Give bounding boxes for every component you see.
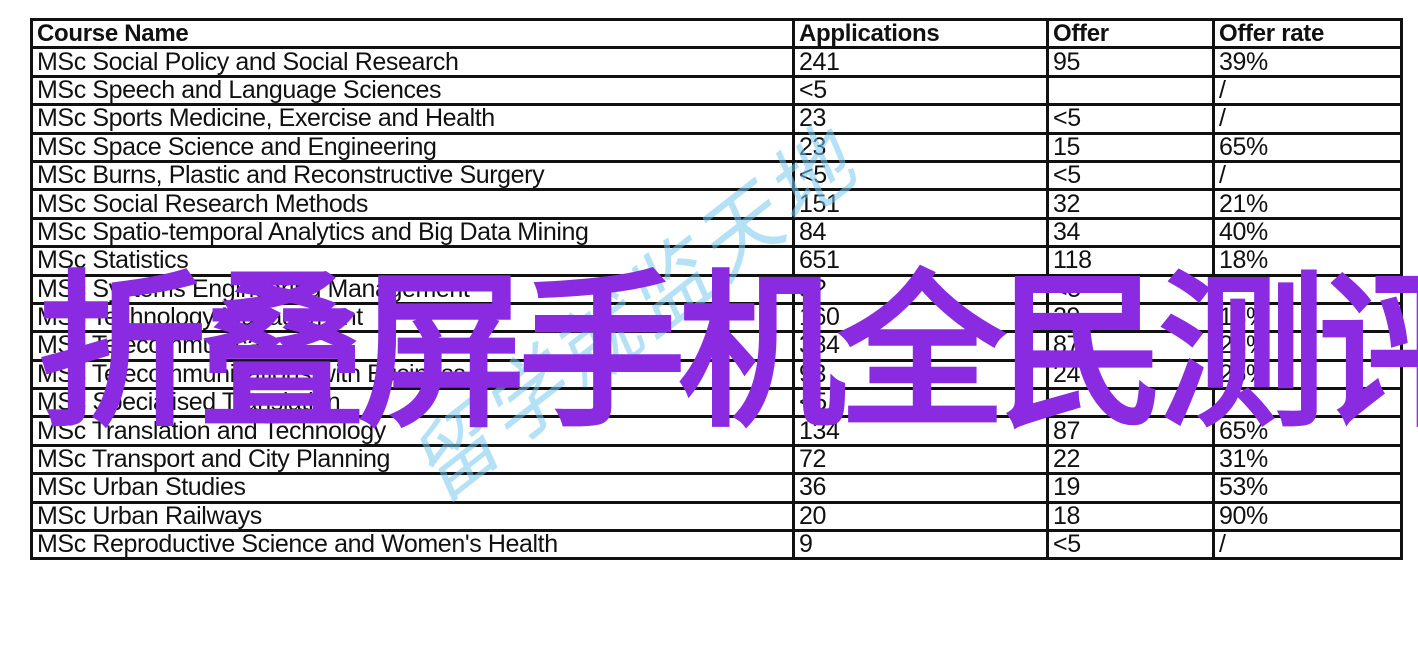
applications-cell: <5 xyxy=(792,159,1049,192)
offer-cell: 32 xyxy=(1046,188,1215,220)
offer-cell: 29 xyxy=(1046,301,1215,334)
applications-cell: 160 xyxy=(792,301,1049,334)
course-offer-table: Course Name Applications Offer Offer rat… xyxy=(30,17,1403,561)
course-name-cell: MSc Translation and Technology xyxy=(30,415,795,447)
offer-rate-cell: 53% xyxy=(1212,472,1403,504)
offer-cell: 87 xyxy=(1046,330,1215,362)
offer-rate-cell: 21% xyxy=(1212,188,1403,220)
offer-cell: <5 xyxy=(1046,159,1215,192)
offer-cell: <5 xyxy=(1046,273,1215,305)
offer-rate-cell: / xyxy=(1212,159,1403,192)
offer-cell: 34 xyxy=(1046,216,1215,249)
offer-rate-cell: 40% xyxy=(1212,216,1403,249)
applications-cell: <5 xyxy=(792,74,1049,107)
applications-cell: 651 xyxy=(792,245,1049,277)
applications-cell: 36 xyxy=(792,472,1049,504)
offer-rate-cell: / xyxy=(1212,273,1403,305)
spreadsheet-table-container: Course Name Applications Offer Offer rat… xyxy=(30,17,1403,561)
table-row: MSc Social Research Methods 151 32 21% xyxy=(30,188,1403,220)
applications-cell: 9 xyxy=(792,529,1049,561)
table-row: MSc Spatio-temporal Analytics and Big Da… xyxy=(30,216,1403,249)
applications-cell: 241 xyxy=(792,46,1049,78)
applications-cell: 20 xyxy=(792,500,1049,533)
table-row: MSc Social Policy and Social Research 241… xyxy=(30,46,1403,78)
applications-cell: 23 xyxy=(792,131,1049,163)
offer-rate-cell: 65% xyxy=(1212,415,1403,447)
offer-rate-cell: 18% xyxy=(1212,245,1403,277)
course-name-cell: MSc Speech and Language Sciences xyxy=(30,74,795,107)
header-offer: Offer xyxy=(1046,17,1215,50)
offer-rate-cell: 31% xyxy=(1212,443,1403,476)
offer-cell: <5 xyxy=(1046,529,1215,561)
table-row: MSc Reproductive Science and Women's Hea… xyxy=(30,529,1403,561)
applications-cell: 384 xyxy=(792,330,1049,362)
table-row: MSc Urban Railways 20 18 90% xyxy=(30,500,1403,533)
applications-cell: 134 xyxy=(792,415,1049,447)
table-row: MSc Urban Studies 36 19 53% xyxy=(30,472,1403,504)
applications-cell: 23 xyxy=(792,103,1049,135)
course-name-cell: MSc Telecommunications xyxy=(30,330,795,362)
applications-cell: <5 xyxy=(792,387,1049,419)
course-name-cell: MSc Space Science and Engineering xyxy=(30,131,795,163)
table-row: MSc Systems Engineering Management 3? <5/ xyxy=(30,273,1403,305)
offer-cell: 87 xyxy=(1046,415,1215,447)
applications-cell: 93 xyxy=(792,358,1049,391)
course-name-cell: MSc Sports Medicine, Exercise and Health xyxy=(30,103,795,135)
applications-cell: 84 xyxy=(792,216,1049,249)
applications-cell: 3? xyxy=(792,273,1049,305)
offer-rate-cell: 26% xyxy=(1212,358,1403,391)
table-row: MSc Statistics 651 118 18% xyxy=(30,245,1403,277)
table-row: MSc Telecommunications with Business 93 24… xyxy=(30,358,1403,391)
offer-cell: 18 xyxy=(1046,500,1215,533)
offer-rate-cell: / xyxy=(1212,387,1403,419)
table-row: MSc Sports Medicine, Exercise and Health… xyxy=(30,103,1403,135)
offer-rate-cell: 23% xyxy=(1212,330,1403,362)
course-name-cell: MSc Social Research Methods xyxy=(30,188,795,220)
offer-cell xyxy=(1046,74,1215,107)
table-row: MSc Specialised Translation <5 / xyxy=(30,387,1403,419)
course-name-cell: MSc Reproductive Science and Women's Hea… xyxy=(30,529,795,561)
offer-rate-cell: / xyxy=(1212,74,1403,107)
table-row: MSc Space Science and Engineering 23 15 65% xyxy=(30,131,1403,163)
header-row: Course Name Applications Offer Offer rat… xyxy=(30,17,1403,50)
course-name-cell: MSc Specialised Translation xyxy=(30,387,795,419)
offer-cell: <5 xyxy=(1046,103,1215,135)
course-name-cell: MSc Urban Railways xyxy=(30,500,795,533)
course-name-cell: MSc Burns, Plastic and Reconstructive Su… xyxy=(30,159,795,192)
course-name-cell: MSc Technology Management xyxy=(30,301,795,334)
offer-cell: 15 xyxy=(1046,131,1215,163)
table-row: MSc Speech and Language Sciences <5 / xyxy=(30,74,1403,107)
header-applications: Applications xyxy=(792,17,1049,50)
applications-cell: 151 xyxy=(792,188,1049,220)
offer-rate-cell: / xyxy=(1212,529,1403,561)
table-row: MSc Transport and City Planning 72 22 31% xyxy=(30,443,1403,476)
offer-cell: 22 xyxy=(1046,443,1215,476)
course-name-cell: MSc Spatio-temporal Analytics and Big Da… xyxy=(30,216,795,249)
course-name-cell: MSc Transport and City Planning xyxy=(30,443,795,476)
course-name-cell: MSc Social Policy and Social Research xyxy=(30,46,795,78)
offer-rate-cell: / xyxy=(1212,103,1403,135)
applications-cell: 72 xyxy=(792,443,1049,476)
course-name-cell: MSc Systems Engineering Management xyxy=(30,273,795,305)
course-name-cell: MSc Statistics xyxy=(30,245,795,277)
table-row: MSc Burns, Plastic and Reconstructive Su… xyxy=(30,159,1403,192)
offer-rate-cell: 65% xyxy=(1212,131,1403,163)
offer-cell: 95 xyxy=(1046,46,1215,78)
header-course-name: Course Name xyxy=(30,17,795,50)
table-row: MSc Translation and Technology 134 87 65% xyxy=(30,415,1403,447)
offer-rate-cell: 39% xyxy=(1212,46,1403,78)
table-row: MSc Technology Management 160 29 18% xyxy=(30,301,1403,334)
offer-cell: 118 xyxy=(1046,245,1215,277)
header-offer-rate: Offer rate xyxy=(1212,17,1403,50)
offer-cell: 19 xyxy=(1046,472,1215,504)
offer-cell: 24 xyxy=(1046,358,1215,391)
offer-rate-cell: 90% xyxy=(1212,500,1403,533)
course-name-cell: MSc Urban Studies xyxy=(30,472,795,504)
table-row: MSc Telecommunications 384 87 23% xyxy=(30,330,1403,362)
offer-cell xyxy=(1046,387,1215,419)
course-name-cell: MSc Telecommunications with Business xyxy=(30,358,795,391)
offer-rate-cell: 18% xyxy=(1212,301,1403,334)
